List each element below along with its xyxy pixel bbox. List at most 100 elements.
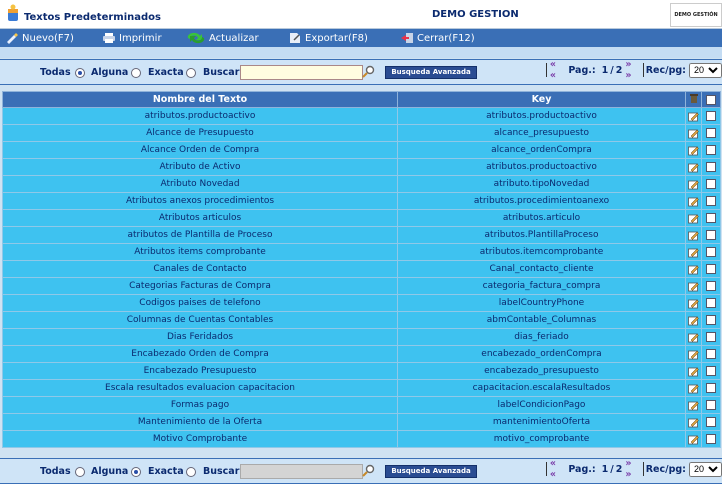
row-select-cell[interactable] xyxy=(701,294,721,312)
cell-nombre[interactable]: Atributo Novedad xyxy=(2,175,398,193)
cell-nombre[interactable]: Columnas de Cuentas Contables xyxy=(2,311,398,329)
table-row[interactable]: Atributos items comprobante atributos.ite… xyxy=(2,243,721,261)
cell-nombre[interactable]: Dias Feridados xyxy=(2,328,398,346)
exacta-radio[interactable] xyxy=(186,467,196,477)
row-select-cell[interactable] xyxy=(701,260,721,278)
cell-nombre[interactable]: Atributos items comprobante xyxy=(2,243,398,261)
row-select-cell[interactable] xyxy=(701,311,721,329)
search-input[interactable] xyxy=(240,65,363,80)
edit-icon[interactable] xyxy=(688,213,699,224)
table-row[interactable]: Alcance de Presupuesto alcance_presupuest… xyxy=(2,124,721,142)
advanced-search-button[interactable]: Busqueda Avanzada xyxy=(385,66,477,79)
cell-nombre[interactable]: atributos de Plantilla de Proceso xyxy=(2,226,398,244)
row-select-cell[interactable] xyxy=(701,379,721,397)
edit-icon[interactable] xyxy=(688,434,699,445)
edit-icon[interactable] xyxy=(688,247,699,258)
cell-key[interactable]: atributo.tipoNovedad xyxy=(397,175,686,193)
col-nombre-header[interactable]: Nombre del Texto xyxy=(2,91,398,108)
table-row[interactable]: Atributo Novedad atributo.tipoNovedad xyxy=(2,175,721,193)
table-row[interactable]: Codigos paises de telefono labelCountryPh… xyxy=(2,294,721,312)
row-checkbox[interactable] xyxy=(706,212,716,223)
row-checkbox[interactable] xyxy=(706,263,716,274)
edit-icon[interactable] xyxy=(688,128,699,139)
edit-cell[interactable] xyxy=(685,107,702,125)
cell-key[interactable]: motivo_comprobante xyxy=(397,430,686,448)
cell-nombre[interactable]: Mantenimiento de la Oferta xyxy=(2,413,398,431)
row-checkbox[interactable] xyxy=(706,229,716,240)
edit-icon[interactable] xyxy=(688,349,699,360)
cell-key[interactable]: atributos.itemcomprobante xyxy=(397,243,686,261)
edit-cell[interactable] xyxy=(685,311,702,329)
row-checkbox[interactable] xyxy=(706,365,716,376)
search-icon[interactable] xyxy=(362,65,375,78)
next-last-page-button[interactable]: » » xyxy=(625,458,639,480)
col-key-header[interactable]: Key xyxy=(397,91,686,108)
row-select-cell[interactable] xyxy=(701,413,721,431)
row-checkbox[interactable] xyxy=(706,110,716,121)
cerrar-button[interactable]: Cerrar(F12) xyxy=(400,31,475,45)
table-row[interactable]: Alcance Orden de Compra alcance_ordenComp… xyxy=(2,141,721,159)
edit-icon[interactable] xyxy=(688,298,699,309)
cell-key[interactable]: capacitacion.escalaResultados xyxy=(397,379,686,397)
select-all-checkbox[interactable] xyxy=(706,94,716,105)
cell-nombre[interactable]: Motivo Comprobante xyxy=(2,430,398,448)
recpg-select[interactable]: 20 xyxy=(688,62,722,78)
row-checkbox[interactable] xyxy=(706,348,716,359)
row-select-cell[interactable] xyxy=(701,396,721,414)
edit-icon[interactable] xyxy=(688,383,699,394)
cell-nombre[interactable]: Encabezado Orden de Compra xyxy=(2,345,398,363)
table-row[interactable]: Mantenimiento de la Oferta mantenimientoO… xyxy=(2,413,721,431)
todas-radio[interactable] xyxy=(75,467,85,477)
edit-cell[interactable] xyxy=(685,345,702,363)
cell-key[interactable]: atributos.PlantillaProceso xyxy=(397,226,686,244)
exportar-button[interactable]: Exportar(F8) xyxy=(288,31,368,45)
cell-key[interactable]: alcance_presupuesto xyxy=(397,124,686,142)
alguna-radio[interactable] xyxy=(131,467,141,477)
row-checkbox[interactable] xyxy=(706,399,716,410)
first-prev-page-button[interactable]: « « xyxy=(550,59,564,81)
select-all-header[interactable] xyxy=(701,91,721,108)
table-row[interactable]: Columnas de Cuentas Contables abmContable… xyxy=(2,311,721,329)
edit-icon[interactable] xyxy=(688,196,699,207)
cell-nombre[interactable]: Canales de Contacto xyxy=(2,260,398,278)
edit-cell[interactable] xyxy=(685,175,702,193)
edit-cell[interactable] xyxy=(685,328,702,346)
row-checkbox[interactable] xyxy=(706,161,716,172)
cell-nombre[interactable]: Escala resultados evaluacion capacitacio… xyxy=(2,379,398,397)
edit-cell[interactable] xyxy=(685,294,702,312)
edit-cell[interactable] xyxy=(685,158,702,176)
row-checkbox[interactable] xyxy=(706,416,716,427)
cell-key[interactable]: alcance_ordenCompra xyxy=(397,141,686,159)
cell-key[interactable]: atributos.productoactivo xyxy=(397,158,686,176)
row-select-cell[interactable] xyxy=(701,430,721,448)
table-row[interactable]: atributos de Plantilla de Proceso atribut… xyxy=(2,226,721,244)
cell-nombre[interactable]: Categorias Facturas de Compra xyxy=(2,277,398,295)
table-row[interactable]: Atributos anexos procedimientos atributos… xyxy=(2,192,721,210)
edit-cell[interactable] xyxy=(685,362,702,380)
cell-key[interactable]: encabezado_presupuesto xyxy=(397,362,686,380)
cell-nombre[interactable]: Atributos anexos procedimientos xyxy=(2,192,398,210)
cell-key[interactable]: categoria_factura_compra xyxy=(397,277,686,295)
edit-icon[interactable] xyxy=(688,332,699,343)
cell-key[interactable]: abmContable_Columnas xyxy=(397,311,686,329)
row-select-cell[interactable] xyxy=(701,175,721,193)
delete-header[interactable] xyxy=(685,91,702,108)
exacta-radio[interactable] xyxy=(186,68,196,78)
cell-nombre[interactable]: Atributo de Activo xyxy=(2,158,398,176)
table-row[interactable]: Motivo Comprobante motivo_comprobante xyxy=(2,430,721,448)
cell-nombre[interactable]: Alcance Orden de Compra xyxy=(2,141,398,159)
edit-icon[interactable] xyxy=(688,400,699,411)
row-select-cell[interactable] xyxy=(701,328,721,346)
edit-cell[interactable] xyxy=(685,209,702,227)
table-row[interactable]: Encabezado Presupuesto encabezado_presupu… xyxy=(2,362,721,380)
edit-cell[interactable] xyxy=(685,141,702,159)
edit-cell[interactable] xyxy=(685,379,702,397)
cell-key[interactable]: atributos.productoactivo xyxy=(397,107,686,125)
row-select-cell[interactable] xyxy=(701,141,721,159)
edit-cell[interactable] xyxy=(685,243,702,261)
row-checkbox[interactable] xyxy=(706,382,716,393)
todas-radio[interactable] xyxy=(75,68,85,78)
edit-cell[interactable] xyxy=(685,277,702,295)
edit-cell[interactable] xyxy=(685,413,702,431)
row-select-cell[interactable] xyxy=(701,243,721,261)
